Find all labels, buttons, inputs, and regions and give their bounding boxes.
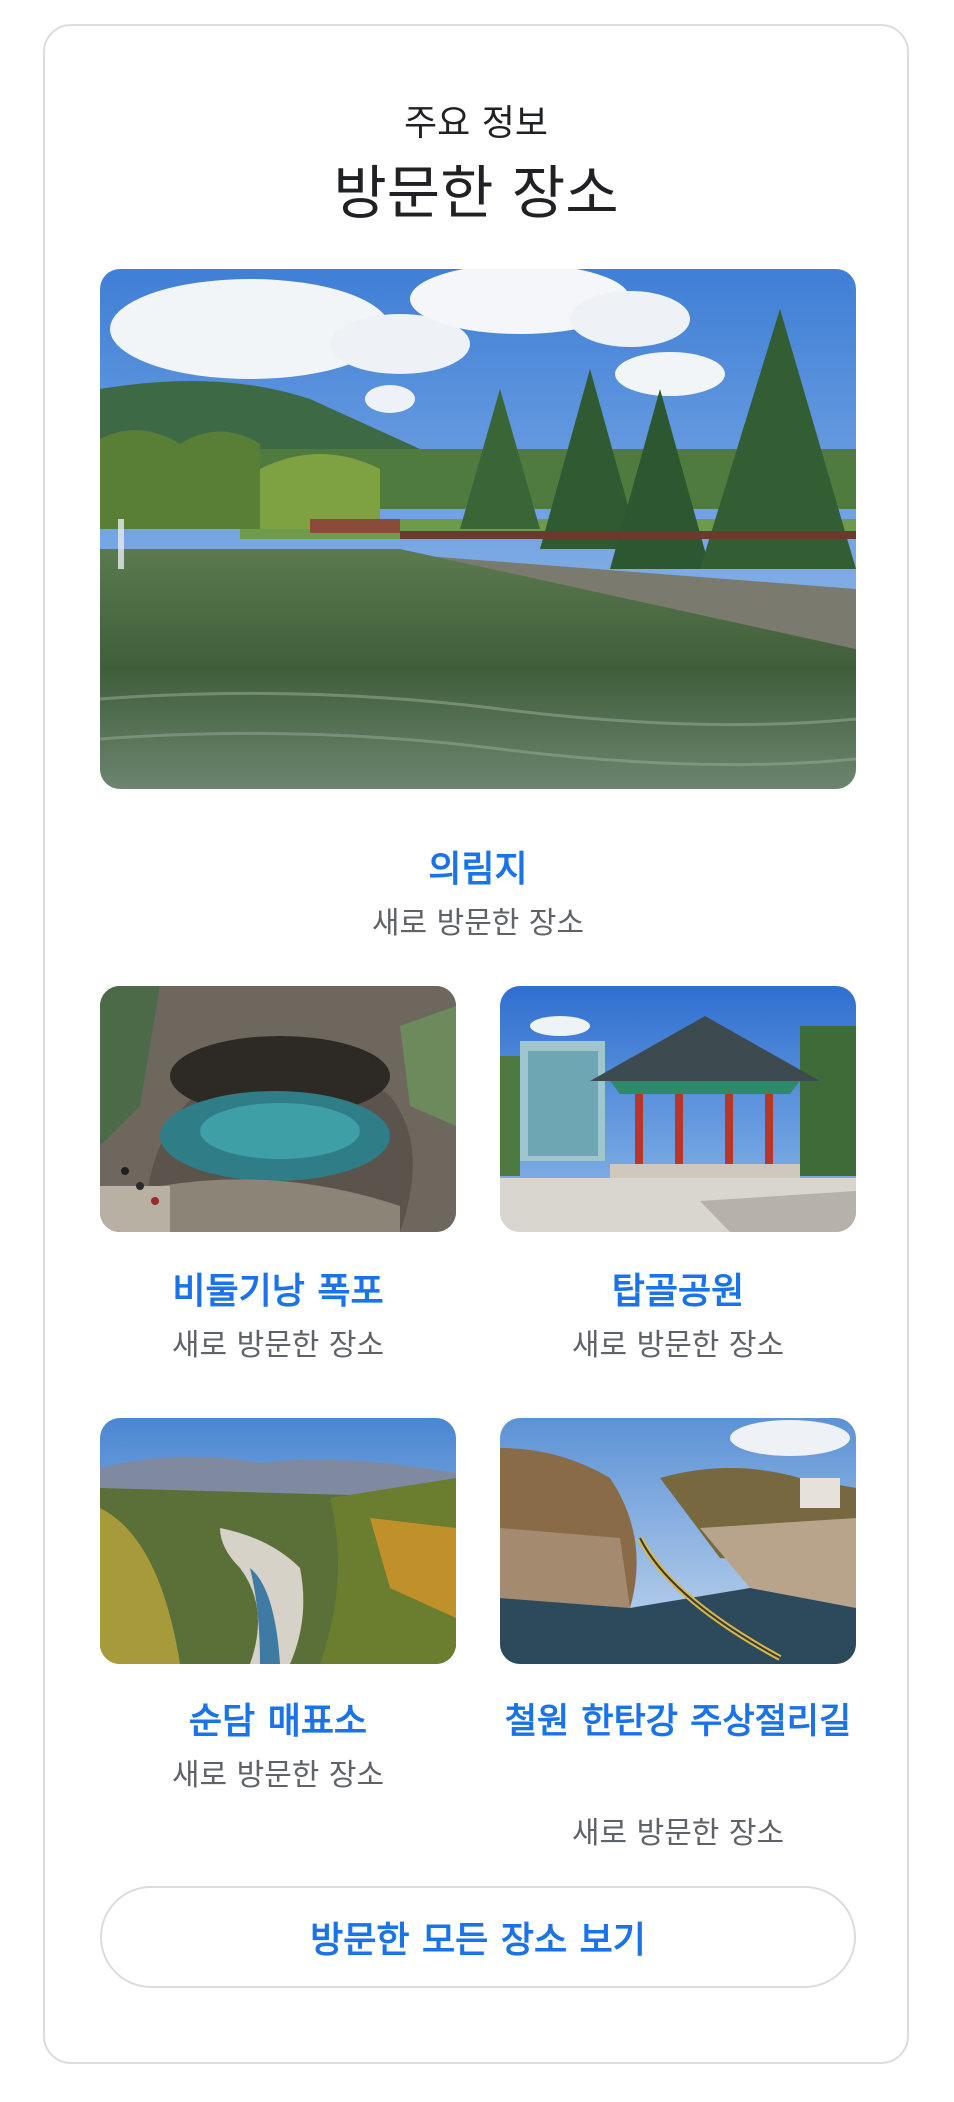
section-title: 방문한 장소 <box>333 159 619 227</box>
section-eyebrow: 주요 정보 <box>404 103 548 144</box>
place-status: 새로 방문한 장소 <box>371 906 585 941</box>
lake-photo <box>100 269 856 789</box>
place-photo-bidulginang[interactable] <box>100 986 456 1232</box>
place-photo-sundam[interactable] <box>100 1418 456 1664</box>
place-name[interactable]: 탑골공원 <box>500 1264 856 1320</box>
place-status: 새로 방문한 장소 <box>171 1328 385 1363</box>
place-name[interactable]: 철원 한탄강 주상절리길 <box>500 1694 856 1750</box>
river-walkway-photo <box>500 1418 856 1664</box>
place-photo-cheorwon[interactable] <box>500 1418 856 1664</box>
visited-places-card: 주요 정보 방문한 장소 의림지 새로 방문한 장소 비둘기낭 폭포 새로 방문… <box>43 24 909 2064</box>
view-all-places-button[interactable]: 방문한 모든 장소 보기 <box>100 1886 856 1988</box>
place-name[interactable]: 순담 매표소 <box>100 1694 456 1750</box>
place-name[interactable]: 비둘기낭 폭포 <box>100 1264 456 1320</box>
place-status: 새로 방문한 장소 <box>571 1328 785 1363</box>
waterfall-cave-photo <box>100 986 456 1232</box>
place-status: 새로 방문한 장소 <box>571 1816 785 1851</box>
pavilion-photo <box>500 986 856 1232</box>
place-photo-uirimji[interactable] <box>100 269 856 789</box>
place-name[interactable]: 의림지 <box>100 842 856 898</box>
canyon-photo <box>100 1418 456 1664</box>
place-status: 새로 방문한 장소 <box>171 1758 385 1793</box>
place-photo-tapgol[interactable] <box>500 986 856 1232</box>
